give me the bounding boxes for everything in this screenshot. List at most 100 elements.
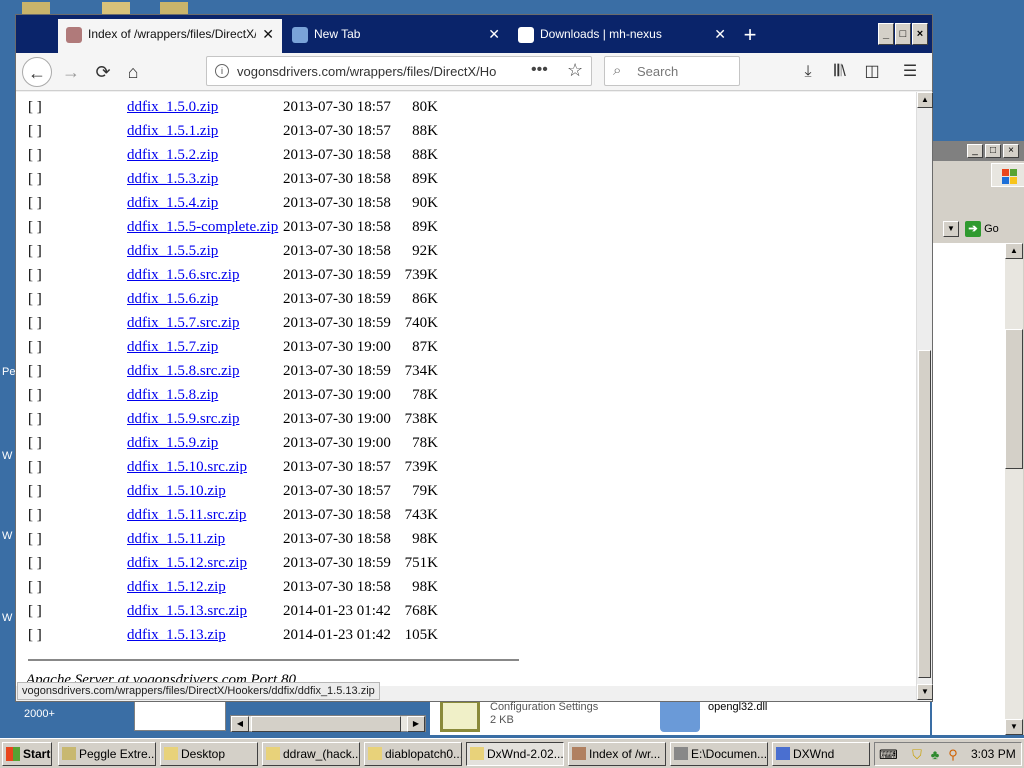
scroll-up-icon[interactable]: ▲ — [917, 92, 933, 108]
file-link[interactable]: ddfix_1.5.1.zip — [127, 123, 218, 140]
file-link[interactable]: ddfix_1.5.13.zip — [127, 627, 226, 644]
network-icon[interactable]: ♣ — [927, 747, 943, 763]
search-placeholder: Search — [637, 64, 679, 79]
close-icon[interactable]: × — [1003, 144, 1019, 158]
file-link[interactable]: ddfix_1.5.11.src.zip — [127, 507, 246, 524]
url-text[interactable]: vogonsdrivers.com/wrappers/files/DirectX… — [237, 64, 507, 79]
forward-button[interactable]: → — [56, 57, 86, 87]
file-link[interactable]: ddfix_1.5.7.src.zip — [127, 315, 239, 332]
start-button[interactable]: Start — [2, 742, 52, 766]
back-button[interactable]: ← — [22, 57, 52, 87]
file-link[interactable]: ddfix_1.5.6.zip — [127, 291, 218, 308]
address-dropdown-icon[interactable]: ▼ — [943, 221, 959, 237]
close-tab-icon[interactable]: ✕ — [262, 19, 274, 49]
tab-new-tab[interactable]: New Tab ✕ — [284, 19, 508, 53]
download-icon[interactable]: ⤓ — [794, 57, 822, 87]
maximize-button[interactable]: □ — [895, 23, 911, 45]
scroll-thumb[interactable] — [1005, 329, 1023, 469]
search-icon: ⌕ — [613, 62, 622, 79]
keyboard-icon[interactable]: ⌨ — [879, 747, 898, 763]
taskbar-task[interactable]: ddraw_(hack... — [262, 742, 360, 766]
scroll-thumb[interactable] — [251, 716, 401, 732]
tab-downloads-mh-nexus[interactable]: Downloads | mh-nexus ✕ — [510, 19, 734, 53]
background-horizontal-scrollbar[interactable]: ◀ ▶ — [230, 715, 426, 732]
minimize-button[interactable]: _ — [878, 23, 894, 45]
file-link[interactable]: ddfix_1.5.12.zip — [127, 579, 226, 596]
dll-file-icon[interactable] — [660, 698, 700, 732]
go-button[interactable]: ➔ Go — [965, 221, 1021, 239]
library-icon[interactable]: 𝄃𝄃\ — [826, 57, 854, 87]
file-link[interactable]: ddfix_1.5.8.zip — [127, 387, 218, 404]
taskbar-task[interactable]: E:\Documen... — [670, 742, 768, 766]
taskbar-task[interactable]: DxWnd-2.02... — [466, 742, 564, 766]
sidebar-icon[interactable]: ◫ — [858, 57, 886, 87]
new-tab-button[interactable]: + — [736, 21, 764, 49]
page-actions-icon[interactable]: ••• — [531, 61, 548, 79]
table-row: [ ] ddfix_1.5.3.zip 2013-07-30 18:58 89K — [16, 169, 536, 193]
minimize-icon[interactable]: _ — [967, 144, 983, 158]
site-info-icon[interactable]: i — [215, 64, 229, 78]
task-label: diablopatch0... — [385, 747, 462, 761]
maximize-icon[interactable]: □ — [985, 144, 1001, 158]
search-input[interactable]: ⌕ Search — [604, 56, 740, 86]
clock[interactable]: 3:03 PM — [971, 747, 1016, 761]
file-link[interactable]: ddfix_1.5.2.zip — [127, 147, 218, 164]
file-link[interactable]: ddfix_1.5.5-complete.zip — [127, 219, 278, 236]
file-size: 740K — [404, 315, 438, 331]
file-link[interactable]: ddfix_1.5.10.src.zip — [127, 459, 247, 476]
menu-icon[interactable]: ☰ — [896, 57, 924, 87]
tab-label: Downloads | mh-nexus — [540, 27, 662, 41]
background-vertical-scrollbar[interactable]: ▲ ▼ — [1005, 243, 1023, 735]
scroll-right-icon[interactable]: ▶ — [407, 716, 425, 732]
bookmark-star-icon[interactable]: ☆ — [567, 60, 583, 81]
file-link[interactable]: ddfix_1.5.11.zip — [127, 531, 225, 548]
shield-icon[interactable]: ⛉ — [909, 747, 925, 763]
file-link[interactable]: ddfix_1.5.10.zip — [127, 483, 226, 500]
file-link[interactable]: ddfix_1.5.3.zip — [127, 171, 218, 188]
close-window-button[interactable]: × — [912, 23, 928, 45]
taskbar-task[interactable]: Peggle Extre... — [58, 742, 156, 766]
background-explorer-window[interactable]: _ □ × ▼ ➔ Go ▲ ▼ — [932, 141, 1024, 735]
close-tab-icon[interactable]: ✕ — [714, 19, 726, 49]
scroll-left-icon[interactable]: ◀ — [231, 716, 249, 732]
close-tab-icon[interactable]: ✕ — [488, 19, 500, 49]
file-link[interactable]: ddfix_1.5.12.src.zip — [127, 555, 247, 572]
task-label: Peggle Extre... — [79, 747, 156, 761]
file-link[interactable]: ddfix_1.5.0.zip — [127, 99, 218, 116]
taskbar-task[interactable]: Index of /wr... — [568, 742, 666, 766]
background-window-titlebar[interactable]: _ □ × — [933, 141, 1024, 161]
reload-button[interactable]: ⟳ — [88, 57, 118, 87]
taskbar-task[interactable]: Desktop — [160, 742, 258, 766]
file-link[interactable]: ddfix_1.5.5.zip — [127, 243, 218, 260]
file-link[interactable]: ddfix_1.5.13.src.zip — [127, 603, 247, 620]
file-link[interactable]: ddfix_1.5.8.src.zip — [127, 363, 239, 380]
file-link[interactable]: ddfix_1.5.9.zip — [127, 435, 218, 452]
file-date: 2013-07-30 19:00 — [283, 339, 391, 355]
file-link[interactable]: ddfix_1.5.4.zip — [127, 195, 218, 212]
table-row: [ ] ddfix_1.5.11.zip 2013-07-30 18:58 98K — [16, 529, 536, 553]
file-link[interactable]: ddfix_1.5.7.zip — [127, 339, 218, 356]
file-link[interactable]: ddfix_1.5.6.src.zip — [127, 267, 239, 284]
tab-index-of[interactable]: Index of /wrappers/files/DirectX/H ✕ — [58, 19, 282, 53]
taskbar-task[interactable]: diablopatch0... — [364, 742, 462, 766]
file-size: 88K — [412, 147, 438, 163]
file-link[interactable]: ddfix_1.5.9.src.zip — [127, 411, 239, 428]
file-size: 751K — [404, 555, 438, 571]
scroll-down-icon[interactable]: ▼ — [1005, 719, 1023, 735]
browser-window[interactable]: Index of /wrappers/files/DirectX/H ✕ New… — [15, 14, 933, 702]
taskbar-task[interactable]: DXWnd — [772, 742, 870, 766]
scroll-down-icon[interactable]: ▼ — [917, 684, 933, 700]
vertical-scrollbar[interactable]: ▲ ▼ — [916, 92, 933, 700]
scroll-thumb[interactable] — [918, 350, 931, 678]
table-row: [ ] ddfix_1.5.11.src.zip 2013-07-30 18:58 7… — [16, 505, 536, 529]
url-bar[interactable]: i vogonsdrivers.com/wrappers/files/Direc… — [206, 56, 592, 86]
desktop-label: W — [2, 450, 13, 462]
home-button[interactable]: ⌂ — [118, 57, 148, 87]
task-label: E:\Documen... — [691, 747, 768, 761]
folder-icon — [470, 747, 484, 760]
scroll-up-icon[interactable]: ▲ — [1005, 243, 1023, 259]
file-name[interactable]: opengl32.dll — [708, 701, 767, 713]
search-tray-icon[interactable]: ⚲ — [945, 747, 961, 763]
file-name[interactable]: Configuration Settings — [490, 701, 598, 713]
config-file-icon[interactable] — [440, 700, 480, 732]
